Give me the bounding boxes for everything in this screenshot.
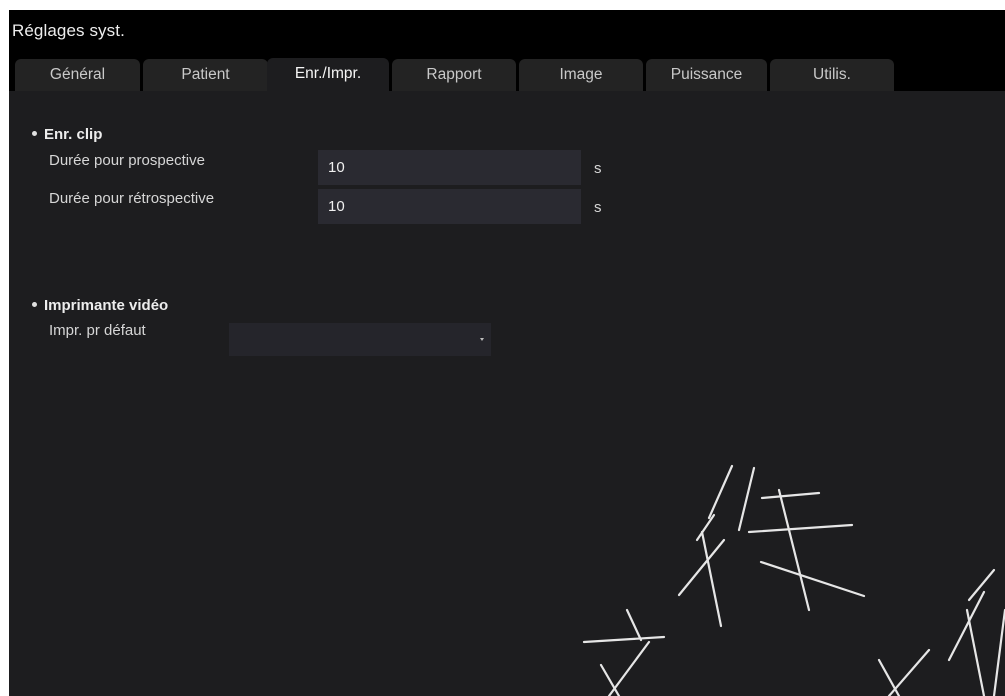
retrospective-unit: s (594, 199, 602, 216)
tab-users[interactable]: Utilis. (770, 59, 894, 91)
tab-report[interactable]: Rapport (392, 59, 516, 91)
tab-image[interactable]: Image (519, 59, 643, 91)
prospective-duration-label: Durée pour prospective (49, 152, 205, 169)
default-printer-label: Impr. pr défaut (49, 322, 146, 339)
tab-power[interactable]: Puissance (646, 59, 767, 91)
prospective-unit: s (594, 160, 602, 177)
section-video-printer: Imprimante vidéo (32, 297, 168, 315)
section-printer-title: Imprimante vidéo (44, 297, 169, 314)
retrospective-duration-input[interactable]: 10 (318, 189, 581, 224)
prospective-duration-input[interactable]: 10 (318, 150, 581, 185)
tab-save-print[interactable]: Enr./Impr. (267, 58, 389, 91)
default-printer-select[interactable] (229, 323, 491, 356)
section-clip-title: Enr. clip (44, 126, 103, 143)
tab-bar: Général Patient Enr./Impr. Rapport Image… (9, 55, 1005, 91)
bullet-icon (32, 130, 37, 136)
system-settings-window: Réglages syst. Général Patient Enr./Impr… (9, 10, 1005, 696)
section-clip-record: Enr. clip (32, 126, 102, 144)
tab-patient[interactable]: Patient (143, 59, 268, 91)
retrospective-duration-label: Durée pour rétrospective (49, 190, 215, 207)
settings-panel: Enr. clip Durée pour prospective 10 s Du… (9, 91, 1005, 696)
title-bar: Réglages syst. (9, 10, 1005, 55)
window-title: Réglages syst. (12, 21, 125, 40)
tab-general[interactable]: Général (15, 59, 140, 91)
bullet-icon (32, 301, 37, 307)
chevron-down-icon (480, 338, 484, 341)
